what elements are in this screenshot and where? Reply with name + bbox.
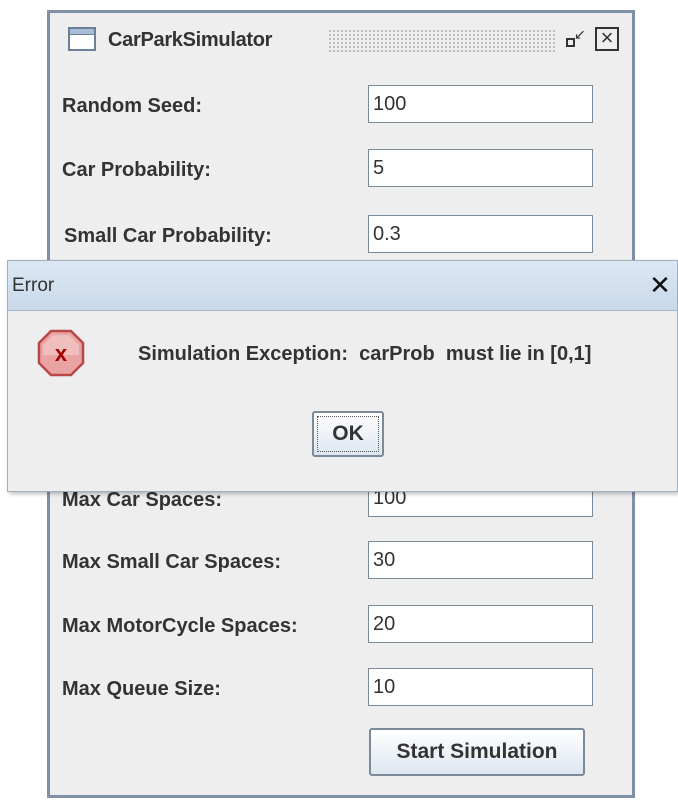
max-car-spaces-label: Max Car Spaces: <box>62 489 223 511</box>
dialog-title-bar[interactable]: Error ✕ <box>8 261 677 311</box>
form-row-max-small-car-spaces: Max Small Car Spaces: <box>50 541 632 591</box>
window-title: CarParkSimulator <box>108 29 273 51</box>
error-message: Simulation Exception: carProb must lie i… <box>138 343 592 365</box>
max-small-car-spaces-input[interactable] <box>368 541 593 579</box>
title-bar-grip <box>328 29 555 53</box>
error-icon: x <box>37 329 85 377</box>
svg-text:x: x <box>55 341 68 366</box>
close-icon[interactable]: × <box>595 27 619 51</box>
max-motorcycle-spaces-input[interactable] <box>368 605 593 643</box>
form-row-car-probability: Car Probability: <box>50 149 632 199</box>
window-title-bar[interactable]: CarParkSimulator ↙ × <box>50 13 632 73</box>
random-seed-input[interactable] <box>368 85 593 123</box>
form-row-max-queue-size: Max Queue Size: <box>50 668 632 718</box>
small-car-probability-input[interactable] <box>368 215 593 253</box>
restore-icon[interactable]: ↙ <box>562 27 588 53</box>
dialog-title: Error <box>12 275 55 296</box>
random-seed-label: Random Seed: <box>62 95 203 117</box>
start-simulation-button[interactable]: Start Simulation <box>369 728 585 776</box>
small-car-probability-label: Small Car Probability: <box>64 225 272 247</box>
max-queue-size-input[interactable] <box>368 668 593 706</box>
dialog-close-icon[interactable]: ✕ <box>648 270 672 300</box>
car-probability-input[interactable] <box>368 149 593 187</box>
max-small-car-spaces-label: Max Small Car Spaces: <box>62 551 281 573</box>
restore-arrow-glyph: ↙ <box>574 26 586 42</box>
ok-button[interactable]: OK <box>312 411 384 457</box>
window-icon <box>68 27 96 51</box>
car-probability-label: Car Probability: <box>62 159 211 181</box>
form-row-small-car-probability: Small Car Probability: <box>50 215 632 265</box>
error-dialog: Error ✕ x Simulation Exception: carProb … <box>7 260 678 492</box>
form-row-max-motorcycle-spaces: Max MotorCycle Spaces: <box>50 605 632 655</box>
form-row-random-seed: Random Seed: <box>50 85 632 135</box>
max-queue-size-label: Max Queue Size: <box>62 678 221 700</box>
max-motorcycle-spaces-label: Max MotorCycle Spaces: <box>62 615 298 637</box>
